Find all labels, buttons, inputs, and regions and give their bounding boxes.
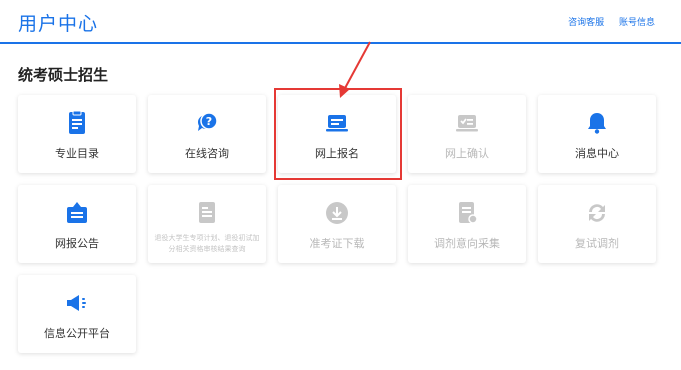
card-info-disclosure[interactable]: 信息公开平台 <box>18 275 136 353</box>
download-icon <box>278 200 396 226</box>
card-label: 在线咨询 <box>185 147 229 160</box>
card-announcement[interactable]: 网报公告 <box>18 185 136 263</box>
card-message-center[interactable]: 消息中心 <box>538 95 656 173</box>
laptop-icon <box>278 110 396 136</box>
chat-question-icon: ? <box>148 110 266 136</box>
bell-icon <box>538 110 656 136</box>
card-veteran-query[interactable]: 退役大学生专项计划、退役初试加分相关资格审核结果查询 <box>148 185 266 263</box>
header-bar: 用户中心 咨询客服 账号信息 <box>0 0 681 44</box>
card-label: 信息公开平台 <box>44 327 110 340</box>
card-online-confirm[interactable]: 网上确认 <box>408 95 526 173</box>
refresh-icon <box>538 200 656 226</box>
card-major-catalog[interactable]: 专业目录 <box>18 95 136 173</box>
account-info-link[interactable]: 账号信息 <box>619 18 655 28</box>
megaphone-icon <box>18 290 136 316</box>
document-icon <box>18 110 136 136</box>
announcement-icon <box>18 200 136 226</box>
customer-service-link[interactable]: 咨询客服 <box>568 18 604 28</box>
card-label: 复试调剂 <box>575 237 619 250</box>
card-label: 退役大学生专项计划、退役初试加分相关资格审核结果查询 <box>154 234 260 253</box>
card-online-registration[interactable]: 网上报名 <box>278 95 396 173</box>
app-title: 用户中心 <box>18 13 99 35</box>
card-label: 专业目录 <box>55 147 99 160</box>
card-label: 消息中心 <box>575 147 619 160</box>
card-label: 准考证下载 <box>309 237 365 250</box>
document-lines-icon <box>148 200 266 226</box>
card-retest-adjustment[interactable]: 复试调剂 <box>538 185 656 263</box>
card-label: 调剂意向采集 <box>434 237 500 250</box>
section-title: 统考硕士招生 <box>18 66 109 84</box>
card-admission-ticket[interactable]: 准考证下载 <box>278 185 396 263</box>
header-links: 咨询客服 账号信息 <box>556 15 655 28</box>
form-icon <box>408 200 526 226</box>
check-list-icon <box>408 110 526 136</box>
card-label: 网上报名 <box>315 147 359 160</box>
card-online-consult[interactable]: ? 在线咨询 <box>148 95 266 173</box>
svg-text:?: ? <box>206 115 212 128</box>
card-label: 网报公告 <box>55 237 99 250</box>
card-adjustment-intent[interactable]: 调剂意向采集 <box>408 185 526 263</box>
pointer-arrow-icon <box>339 41 371 98</box>
card-label: 网上确认 <box>445 147 489 160</box>
